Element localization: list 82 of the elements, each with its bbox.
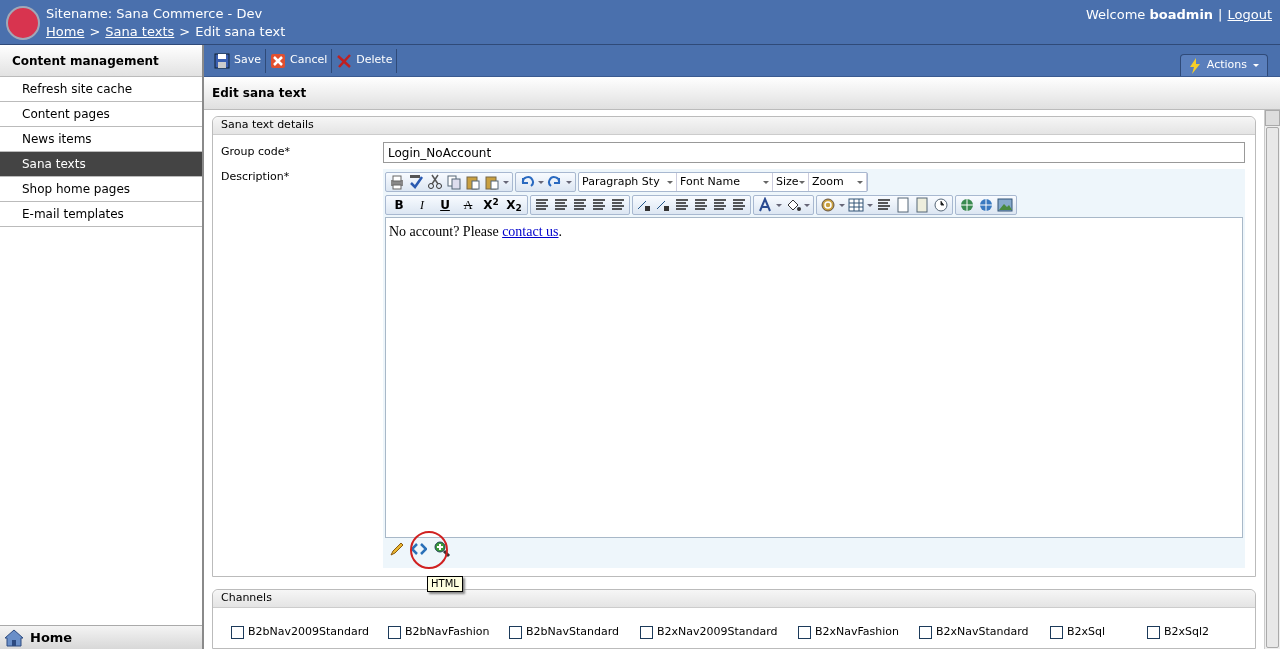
channel-checkbox[interactable]: B2xNavStandard xyxy=(919,624,1050,641)
breadcrumb-link[interactable]: Sana texts xyxy=(105,23,175,41)
editor-area[interactable]: No account? Please contact us. xyxy=(385,217,1243,538)
table-icon[interactable] xyxy=(848,197,864,213)
align-left-icon[interactable] xyxy=(534,197,550,213)
caret-icon xyxy=(667,180,673,184)
breadcrumb-separator: > xyxy=(179,23,191,41)
x-box-icon xyxy=(270,52,286,69)
channel-checkbox[interactable]: B2xSql xyxy=(1050,624,1147,641)
welcome-text: Welcome boadmin xyxy=(1085,6,1214,24)
format-glyph[interactable]: U xyxy=(435,196,455,214)
field-label: Group code* xyxy=(221,144,291,161)
image-icon[interactable] xyxy=(997,197,1013,213)
sidebar-title: Content management xyxy=(0,45,202,77)
actions-button[interactable]: Actions xyxy=(1179,54,1268,76)
channel-checkbox[interactable]: B2bNavStandard xyxy=(509,624,640,641)
format-glyph[interactable]: I xyxy=(412,196,432,214)
caret-icon[interactable] xyxy=(538,180,544,184)
paint-bucket-icon[interactable] xyxy=(785,197,801,213)
clipboard-icon[interactable] xyxy=(465,174,481,190)
site-name: Sitename: Sana Commerce - Dev xyxy=(46,5,264,23)
logo-icon xyxy=(6,6,40,40)
caret-icon[interactable] xyxy=(804,203,810,207)
copyright-symbol-icon[interactable] xyxy=(820,197,836,213)
page-title: Edit sana text xyxy=(204,77,1280,110)
zoom-in-icon[interactable] xyxy=(433,540,451,558)
format-dropdown[interactable]: Paragraph Sty xyxy=(579,173,677,191)
redo-arrow-icon[interactable] xyxy=(547,174,563,190)
caret-icon xyxy=(1253,64,1259,67)
pencil-icon[interactable] xyxy=(389,541,405,557)
editor-link[interactable]: contact us xyxy=(502,224,559,239)
home-bar[interactable]: Home xyxy=(0,625,202,649)
globe-link-icon[interactable] xyxy=(959,197,975,213)
cancel-button[interactable]: Cancel xyxy=(266,48,333,73)
breadcrumb-link[interactable]: Home xyxy=(46,23,85,41)
caret-icon xyxy=(763,180,769,184)
field-label: Description* xyxy=(221,169,291,185)
caret-icon xyxy=(799,180,805,184)
group-code-field[interactable]: Login_NoAccount xyxy=(383,142,1245,163)
clock-icon[interactable] xyxy=(933,197,949,213)
channel-checkbox[interactable]: B2xNavFashion xyxy=(798,624,919,641)
logout-link[interactable]: Logout xyxy=(1227,5,1272,25)
lightning-icon xyxy=(1188,57,1201,74)
x-icon xyxy=(336,52,353,69)
caret-icon[interactable] xyxy=(566,180,572,184)
font-color-icon[interactable] xyxy=(757,197,773,213)
breadcrumb-current: Edit sana text xyxy=(195,23,286,41)
format-glyph[interactable]: B xyxy=(389,196,409,214)
caret-icon[interactable] xyxy=(867,203,873,207)
format-glyph[interactable]: A xyxy=(458,196,478,214)
spellcheck-icon[interactable] xyxy=(408,174,424,190)
format-glyph[interactable]: X$_{2}$ xyxy=(504,196,524,214)
channel-checkbox[interactable]: B2bNav2009Standard xyxy=(231,624,388,641)
caret-icon[interactable] xyxy=(776,203,782,207)
format-glyph[interactable]: X$^{2}$ xyxy=(481,196,501,214)
house-icon xyxy=(4,628,24,647)
panel-title: Sana text details xyxy=(213,117,1255,135)
code-icon[interactable] xyxy=(411,541,427,557)
channel-checkbox[interactable]: B2bNavFashion xyxy=(388,624,509,641)
divider-text: | xyxy=(1218,6,1223,24)
channel-checkbox[interactable]: B2xNav2009Standard xyxy=(640,624,798,641)
caret-icon[interactable] xyxy=(503,180,509,184)
breadcrumb-separator: > xyxy=(89,23,101,41)
format-dropdown[interactable]: Size xyxy=(773,173,809,191)
delete-button[interactable]: Delete xyxy=(332,48,398,73)
caret-icon xyxy=(857,180,863,184)
clipboard-icon[interactable] xyxy=(484,174,500,190)
save-button[interactable]: Save xyxy=(210,48,266,73)
channel-checkbox[interactable]: B2xSql2 xyxy=(1147,624,1237,641)
printer-icon[interactable] xyxy=(389,174,405,190)
globe-link-icon[interactable] xyxy=(978,197,994,213)
caret-icon[interactable] xyxy=(839,203,845,207)
panel-title: Channels xyxy=(213,590,1255,608)
format-dropdown[interactable]: Font Name xyxy=(677,173,773,191)
undo-arrow-icon[interactable] xyxy=(519,174,535,190)
copy-icon[interactable] xyxy=(446,174,462,190)
sidebar-item[interactable]: Sana texts xyxy=(0,152,202,177)
format-dropdown[interactable]: Zoom xyxy=(809,173,867,191)
scrollbar[interactable] xyxy=(1264,110,1280,649)
scissors-icon[interactable] xyxy=(427,174,443,190)
tooltip: HTML xyxy=(427,576,463,592)
editor-text: No account? Please contact us. xyxy=(389,223,563,241)
